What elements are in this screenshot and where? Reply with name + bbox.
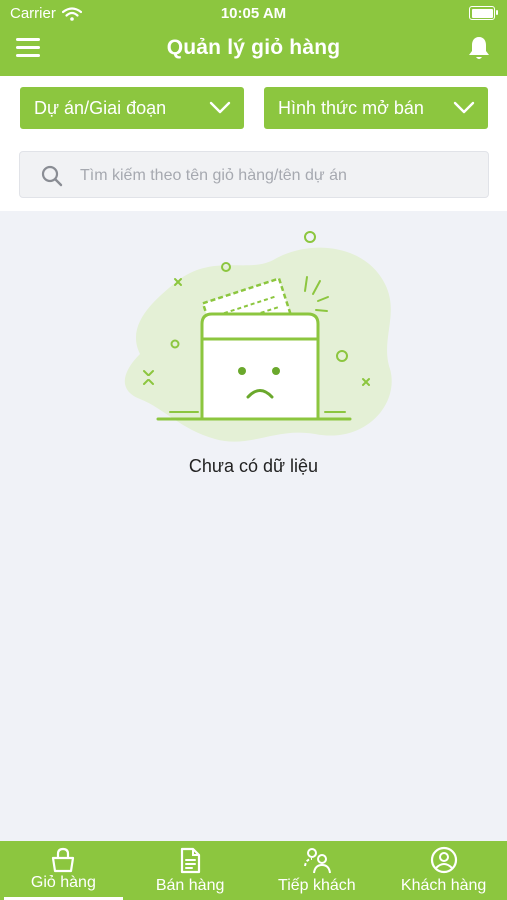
tab-cart-label: Giỏ hàng [30,874,96,891]
bottom-tab-bar: Giỏ hàng Bán hàng Tiếp khách Khách hàng [0,841,507,900]
people-icon [303,848,331,874]
tab-sales[interactable]: Bán hàng [127,841,254,900]
search-input[interactable] [78,152,482,199]
chevron-down-icon [209,101,231,114]
search-icon [41,165,63,187]
user-circle-icon [430,846,457,874]
chevron-down-icon [453,101,475,114]
tab-reception-label: Tiếp khách [278,877,356,894]
bell-icon[interactable] [465,34,493,62]
filter-panel: Dự án/Giai đoạn Hình thức mở bán [0,76,507,211]
project-phase-label: Dự án/Giai đoạn [34,97,167,118]
tab-customers-label: Khách hàng [400,877,487,894]
tab-customers[interactable]: Khách hàng [380,841,507,900]
document-icon [181,847,201,874]
empty-message: Chưa có dữ liệu [188,456,319,476]
search-box[interactable] [19,151,489,199]
tab-cart[interactable]: Giỏ hàng [0,841,127,900]
tab-reception[interactable]: Tiếp khách [254,841,381,900]
empty-folder-illustration [124,231,392,442]
battery-icon [469,6,498,20]
status-bar: Carrier 10:05 AM [0,0,507,28]
sale-type-dropdown[interactable]: Hình thức mở bán [264,87,488,129]
tab-sales-label: Bán hàng [155,877,225,894]
app-header: Carrier 10:05 AM Quản lý giỏ hàng [0,0,507,76]
nav-bar: Quản lý giỏ hàng [0,30,507,70]
shopping-bag-icon [52,847,75,873]
empty-state: Chưa có dữ liệu [0,211,507,841]
sale-type-label: Hình thức mở bán [278,97,424,118]
status-time: 10:05 AM [220,5,287,22]
project-phase-dropdown[interactable]: Dự án/Giai đoạn [20,87,244,129]
page-title: Quản lý giỏ hàng [166,36,341,59]
